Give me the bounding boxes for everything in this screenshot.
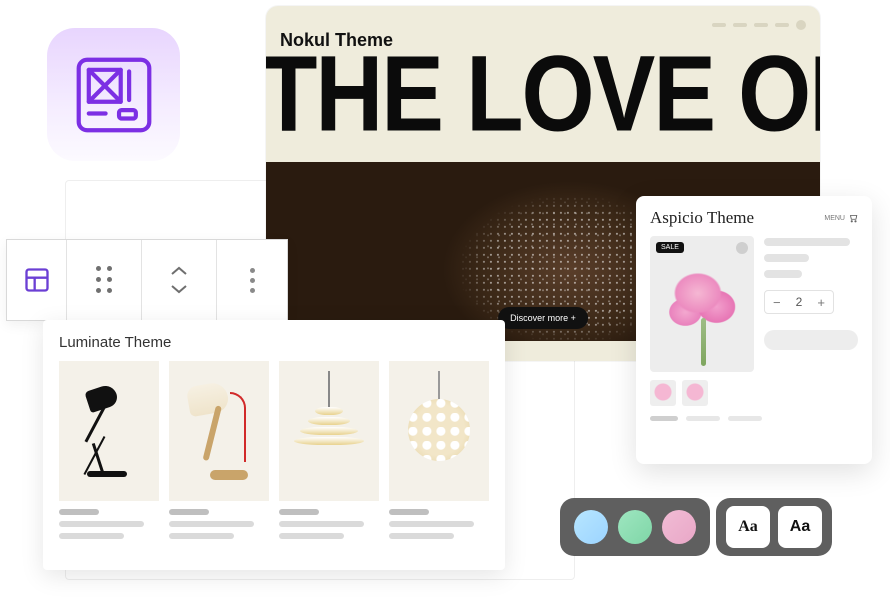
luminate-theme-preview[interactable]: Luminate Theme — [43, 320, 505, 570]
placeholder-line — [764, 270, 802, 278]
design-tool-card — [47, 28, 180, 161]
nokul-cta-button[interactable]: Discover more + — [498, 307, 588, 329]
aspicio-theme-preview[interactable]: Aspicio Theme MENU SALE − 2 + — [636, 196, 872, 464]
chevron-up-icon — [169, 265, 189, 277]
color-swatch-green[interactable] — [618, 510, 652, 544]
color-swatch-pink[interactable] — [662, 510, 696, 544]
pendant-lamp-icon — [294, 371, 364, 491]
more-vertical-icon — [250, 268, 255, 293]
chevron-down-icon — [169, 283, 189, 295]
font-option-sans[interactable]: Aa — [778, 506, 822, 548]
nokul-label: Nokul Theme — [280, 30, 393, 51]
product-tile[interactable] — [279, 361, 379, 501]
cart-icon — [848, 213, 858, 223]
product-tile[interactable] — [169, 361, 269, 501]
add-to-cart-placeholder[interactable] — [764, 330, 858, 350]
drag-icon — [96, 266, 113, 294]
typography-picker[interactable]: Aa Aa — [716, 498, 832, 556]
nokul-headline: THE LOVE OF BREAD — [266, 44, 820, 143]
font-option-serif[interactable]: Aa — [726, 506, 770, 548]
aspicio-menu-corner: MENU — [824, 213, 858, 223]
globe-lamp-icon — [403, 371, 475, 491]
quantity-stepper[interactable]: − 2 + — [764, 290, 834, 314]
color-swatch-blue[interactable] — [574, 510, 608, 544]
product-tile[interactable] — [59, 361, 159, 501]
layout-icon — [23, 266, 51, 294]
aspicio-label: Aspicio Theme — [650, 208, 754, 228]
qty-plus-button[interactable]: + — [817, 296, 825, 309]
qty-value: 2 — [796, 295, 803, 309]
more-options-button[interactable] — [217, 240, 287, 320]
wishlist-button[interactable] — [736, 242, 748, 254]
product-tile[interactable] — [389, 361, 489, 501]
placeholder-line — [764, 254, 809, 262]
color-palette-picker[interactable] — [560, 498, 710, 556]
placeholder-line — [764, 238, 850, 246]
sale-badge: SALE — [656, 242, 684, 253]
drag-handle[interactable] — [67, 240, 142, 320]
product-image[interactable]: SALE — [650, 236, 754, 372]
desk-lamp-icon — [79, 381, 139, 481]
thumbnail[interactable] — [650, 380, 676, 406]
qty-minus-button[interactable]: − — [773, 296, 781, 309]
product-placeholder-text — [279, 509, 379, 539]
product-thumbnails — [650, 380, 754, 406]
product-placeholder-text — [389, 509, 489, 539]
thumbnail[interactable] — [682, 380, 708, 406]
luminate-label: Luminate Theme — [59, 334, 489, 351]
product-placeholder-text — [169, 509, 269, 539]
move-up-down[interactable] — [142, 240, 217, 320]
layout-block-button[interactable] — [7, 240, 67, 320]
nokul-nav-placeholder — [712, 20, 806, 30]
product-placeholder-text — [59, 509, 159, 539]
wireframe-icon — [72, 53, 156, 137]
aspicio-footer-lines — [650, 416, 858, 421]
table-lamp-icon — [184, 376, 254, 486]
block-toolbar — [6, 239, 288, 321]
